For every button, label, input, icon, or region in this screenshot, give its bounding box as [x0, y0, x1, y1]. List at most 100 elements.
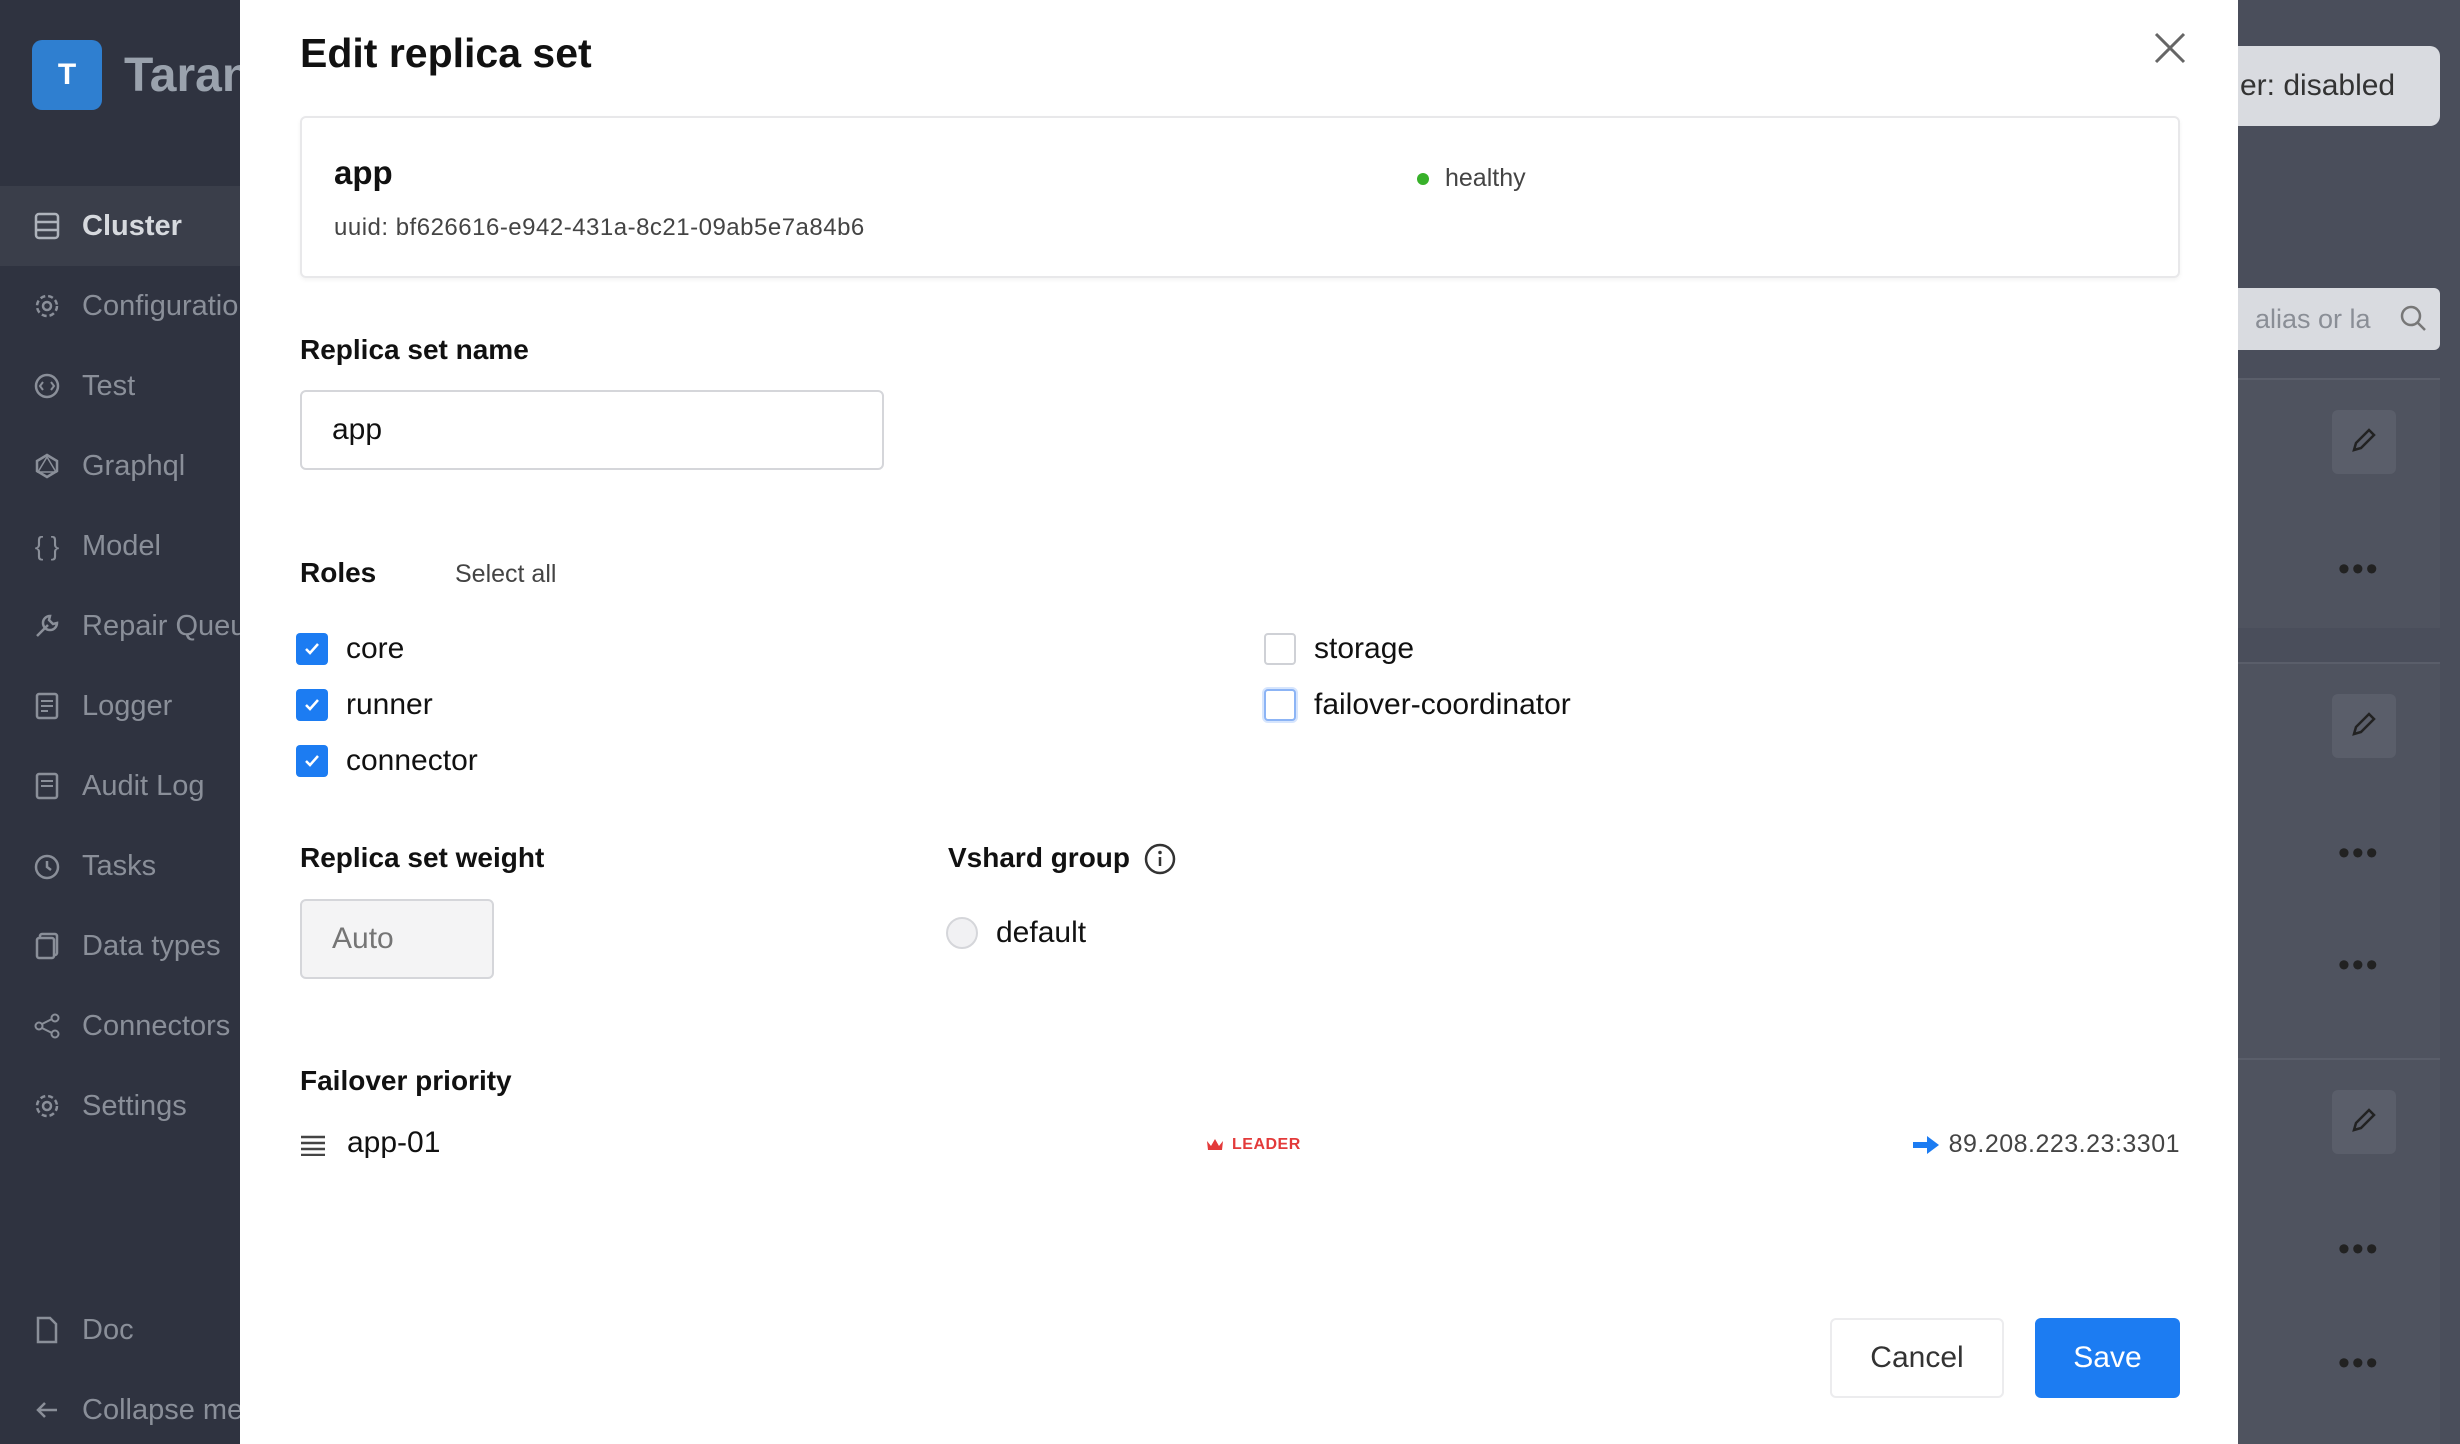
sidebar-item-label: Cluster [82, 209, 182, 242]
server-address-text: 89.208.223.23:3301 [1948, 1130, 2180, 1158]
drag-handle-icon[interactable] [300, 1134, 326, 1161]
wrench-icon [32, 611, 62, 641]
sidebar-item-settings[interactable]: Settings [0, 1066, 240, 1146]
checkbox-checked-icon [296, 745, 328, 777]
edit-replicaset-modal: Edit replica set app uuid: bf626616-e942… [240, 0, 2238, 1444]
brand: T Taran [32, 40, 251, 110]
role-label: storage [1314, 632, 1415, 665]
sidebar-item-label: Connectors [82, 1009, 231, 1042]
role-checkbox-connector[interactable]: connector [296, 744, 478, 778]
more-icon[interactable]: ••• [2338, 550, 2380, 589]
role-checkbox-storage[interactable]: storage [1264, 632, 1414, 666]
datatypes-icon [32, 931, 62, 961]
edit-button[interactable] [2332, 410, 2396, 474]
pencil-icon [2348, 708, 2380, 745]
arrow-left-icon [32, 1395, 62, 1425]
sidebar-item-cluster[interactable]: Cluster [0, 186, 240, 266]
pencil-icon [2348, 1104, 2380, 1141]
save-button[interactable]: Save [2035, 1318, 2180, 1398]
sidebar-item-label: Logger [82, 689, 173, 722]
checkbox-unchecked-icon [1264, 633, 1296, 665]
code-icon [32, 371, 62, 401]
sidebar-item-logger[interactable]: Logger [0, 666, 240, 746]
select-all-button[interactable]: Select all [455, 560, 556, 589]
info-icon[interactable] [1143, 842, 1177, 881]
doc-icon [32, 1315, 62, 1345]
checkbox-unchecked-icon [1264, 689, 1296, 721]
sidebar-item-repair-queue[interactable]: Repair Queu [0, 586, 240, 666]
weight-label: Replica set weight [300, 842, 545, 873]
role-label: connector [346, 744, 478, 777]
sidebar-item-label: Repair Queu [82, 609, 240, 642]
radio-label: default [996, 916, 1087, 949]
sidebar-item-data-types[interactable]: Data types [0, 906, 240, 986]
close-button[interactable] [2140, 20, 2200, 80]
role-checkbox-failover-coordinator[interactable]: failover-coordinator [1264, 688, 1571, 722]
sidebar-item-configuration[interactable]: Configuratio [0, 266, 240, 346]
pencil-icon [2348, 424, 2380, 461]
sidebar-item-label: Test [82, 369, 136, 402]
sidebar-item-label: Graphql [82, 449, 186, 482]
vshard-group-label: Vshard group [948, 842, 1131, 873]
sidebar-item-test[interactable]: Test [0, 346, 240, 426]
sidebar-item-graphql[interactable]: Graphql [0, 426, 240, 506]
sidebar-item-tasks[interactable]: Tasks [0, 826, 240, 906]
sidebar-item-doc[interactable]: Doc [0, 1290, 240, 1370]
arrow-right-icon [1912, 1135, 1939, 1154]
role-label: core [346, 632, 405, 665]
sidebar-item-label: Configuratio [82, 289, 239, 322]
sidebar-item-connectors[interactable]: Connectors [0, 986, 240, 1066]
share-icon [32, 1011, 62, 1041]
role-checkbox-core[interactable]: core [296, 632, 404, 666]
replicaset-uuid: uuid: bf626616-e942-431a-8c21-09ab5e7a84… [334, 214, 865, 241]
cluster-icon [32, 211, 62, 241]
leader-badge: LEADER [1206, 1136, 1301, 1154]
sidebar-item-label: Audit Log [82, 769, 205, 802]
sidebar-item-audit-log[interactable]: Audit Log [0, 746, 240, 826]
sidebar-item-label: Settings [82, 1089, 187, 1122]
sidebar-item-label: Data types [82, 929, 221, 962]
brand-name: Taran [124, 48, 252, 102]
leader-badge-text: LEADER [1232, 1136, 1301, 1153]
gear-icon [32, 291, 62, 321]
sidebar-item-collapse[interactable]: Collapse me [0, 1370, 240, 1444]
replicaset-name-input[interactable] [300, 390, 884, 470]
search-placeholder: alias or la [2255, 303, 2371, 334]
checkbox-checked-icon [296, 633, 328, 665]
sidebar-bottom: Doc Collapse me [0, 1290, 240, 1444]
more-icon[interactable]: ••• [2338, 946, 2380, 985]
replicaset-info-card: app uuid: bf626616-e942-431a-8c21-09ab5e… [300, 116, 2180, 278]
replicaset-name-label: Replica set name [300, 334, 529, 365]
vshard-radio-default[interactable]: default [946, 916, 1086, 950]
settings-icon [32, 1091, 62, 1121]
role-label: runner [346, 688, 433, 721]
sidebar-item-model[interactable]: { } Model [0, 506, 240, 586]
roles-label: Roles [300, 557, 377, 588]
role-label: failover-coordinator [1314, 688, 1571, 721]
cancel-button[interactable]: Cancel [1830, 1318, 2004, 1398]
close-icon [2152, 30, 2188, 71]
radio-unchecked-icon [946, 917, 978, 949]
sidebar-item-label: Doc [82, 1313, 134, 1346]
role-checkbox-runner[interactable]: runner [296, 688, 433, 722]
failover-priority-item[interactable]: app-01 LEADER 89.208.223.23:3301 [300, 1122, 2180, 1172]
sidebar-item-label: Collapse me [82, 1393, 240, 1426]
log-icon [32, 691, 62, 721]
sidebar-item-label: Model [82, 529, 161, 562]
more-icon[interactable]: ••• [2338, 834, 2380, 873]
sidebar-nav: Cluster Configuratio Test Graphql { } Mo… [0, 186, 240, 1146]
more-icon[interactable]: ••• [2338, 1344, 2380, 1383]
edit-button[interactable] [2332, 694, 2396, 758]
weight-input[interactable] [300, 899, 494, 979]
checkbox-checked-icon [296, 689, 328, 721]
edit-button[interactable] [2332, 1090, 2396, 1154]
more-icon[interactable]: ••• [2338, 1230, 2380, 1269]
status-badge: healthy [1417, 164, 1526, 193]
crown-icon [1207, 1139, 1223, 1150]
audit-icon [32, 771, 62, 801]
braces-icon: { } [34, 530, 60, 561]
sidebar-item-label: Tasks [82, 849, 157, 882]
failover-priority-label: Failover priority [300, 1065, 512, 1096]
modal-title: Edit replica set [300, 30, 592, 76]
brand-logo: T [32, 40, 102, 110]
